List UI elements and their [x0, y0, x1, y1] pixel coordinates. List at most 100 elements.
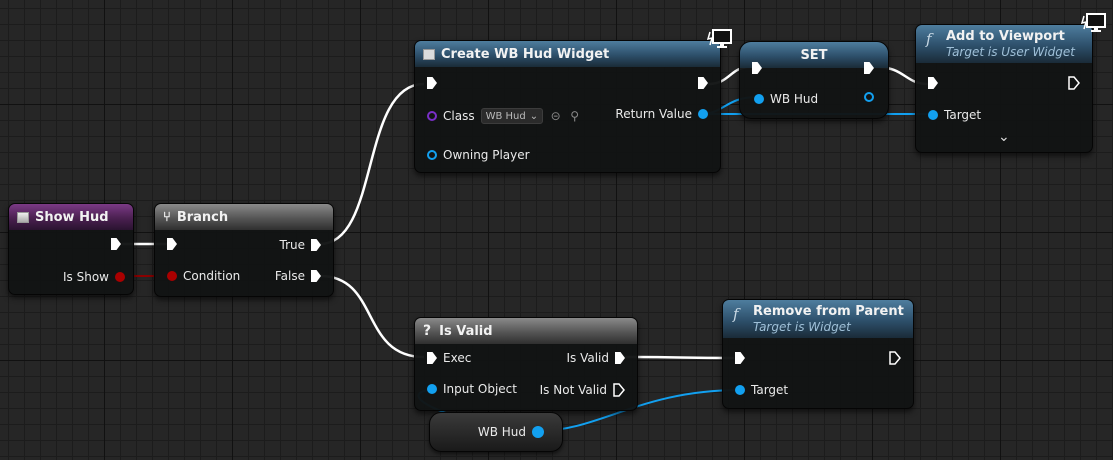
- event-exec-out[interactable]: [111, 238, 121, 250]
- input-object-label: Input Object: [443, 382, 517, 396]
- search-icon[interactable]: ⚲: [568, 109, 581, 123]
- class-pin[interactable]: Class WB Hud ⌄ ⊝ ⚲: [427, 108, 581, 124]
- branch-true-pin[interactable]: True: [280, 238, 321, 252]
- remove-parent-title: Remove from Parent: [753, 304, 904, 319]
- exec-in-icon: [427, 352, 437, 364]
- branch-false-pin[interactable]: False: [275, 269, 321, 283]
- exec-in-icon: [735, 352, 745, 364]
- set-title: SET: [800, 47, 828, 63]
- is-valid-node[interactable]: ? Is Valid Exec Is Valid Input Object Is…: [414, 317, 638, 411]
- object-pin-icon: [735, 385, 745, 395]
- is-valid-header[interactable]: ? Is Valid: [415, 318, 637, 344]
- owning-player-label: Owning Player: [443, 148, 530, 162]
- exec-label: Exec: [443, 351, 472, 365]
- owning-player-pin[interactable]: Owning Player: [427, 148, 530, 162]
- is-valid-exec-in[interactable]: Exec: [427, 351, 471, 365]
- exec-out-icon: [864, 62, 874, 74]
- object-pin-icon: [864, 92, 874, 102]
- monitor-icon: [707, 29, 732, 48]
- is-show-label: Is Show: [63, 270, 109, 284]
- wb-hud-getter-node[interactable]: WB Hud: [429, 412, 563, 452]
- create-widget-title: Create WB Hud Widget: [441, 46, 610, 62]
- set-node[interactable]: SET WB Hud: [739, 41, 889, 119]
- remove-parent-subtitle: Target is Widget: [753, 320, 851, 334]
- set-exec-out[interactable]: [864, 62, 874, 74]
- exec-out-empty-icon: [613, 383, 625, 397]
- is-valid-title: Is Valid: [439, 323, 493, 339]
- is-not-valid-pin[interactable]: Is Not Valid: [540, 383, 625, 397]
- exec-out-icon: [615, 352, 625, 364]
- widget-icon: [423, 48, 435, 60]
- create-widget-header[interactable]: Create WB Hud Widget: [415, 41, 720, 67]
- exec-in-icon: [167, 238, 177, 250]
- monitor-icon: [1081, 13, 1106, 32]
- set-wb-hud-pin[interactable]: WB Hud: [754, 92, 818, 106]
- condition-label: Condition: [183, 269, 241, 283]
- viewport-exec-in[interactable]: [928, 77, 938, 89]
- input-object-pin[interactable]: Input Object: [427, 382, 517, 396]
- object-pin-icon: [754, 94, 764, 104]
- show-hud-event-node[interactable]: Show Hud Is Show: [8, 203, 134, 295]
- exec-wire-isvalid-remove: [621, 355, 735, 360]
- remove-target-label: Target: [751, 383, 789, 397]
- create-widget-node[interactable]: Create WB Hud Widget Class WB Hud ⌄ ⊝ ⚲ …: [414, 40, 721, 173]
- exec-out-icon: [698, 77, 708, 89]
- create-exec-out[interactable]: [698, 77, 708, 89]
- false-label: False: [274, 269, 305, 283]
- browse-back-icon[interactable]: ⊝: [549, 109, 562, 123]
- function-icon: f: [926, 30, 932, 48]
- question-icon: ?: [423, 323, 432, 339]
- branch-icon: ⑂: [163, 209, 171, 225]
- branch-title: Branch: [176, 209, 229, 225]
- exec-out-icon: [111, 238, 121, 250]
- exec-out-icon: [311, 239, 321, 251]
- add-viewport-header[interactable]: f Add to Viewport Target is User Widget: [916, 25, 1092, 63]
- bool-pin-icon: [167, 271, 177, 281]
- set-var-label: WB Hud: [770, 92, 819, 106]
- remove-from-parent-node[interactable]: f Remove from Parent Target is Widget Ta…: [722, 299, 914, 409]
- object-pin-icon: [928, 110, 938, 120]
- remove-parent-header[interactable]: f Remove from Parent Target is Widget: [723, 300, 913, 338]
- remove-exec-out[interactable]: [889, 351, 901, 365]
- exec-out-empty-icon: [1068, 76, 1080, 90]
- is-show-pin[interactable]: Is Show: [63, 270, 125, 284]
- branch-node[interactable]: ⑂ Branch True Condition False: [154, 203, 334, 297]
- expand-chevron-icon[interactable]: ⌄: [998, 129, 1010, 145]
- class-pin-icon: [427, 111, 437, 121]
- class-dropdown-value: WB Hud: [485, 110, 526, 122]
- show-hud-header[interactable]: Show Hud: [9, 204, 133, 230]
- add-to-viewport-node[interactable]: f Add to Viewport Target is User Widget …: [915, 24, 1093, 153]
- object-pin-icon: [427, 384, 437, 394]
- create-exec-in[interactable]: [427, 77, 437, 89]
- set-exec-in[interactable]: [752, 62, 762, 74]
- class-dropdown[interactable]: WB Hud ⌄: [480, 108, 544, 124]
- set-output-pin[interactable]: [864, 92, 874, 102]
- object-pin-icon: [427, 150, 437, 160]
- return-value-pin[interactable]: Return Value: [615, 107, 708, 121]
- remove-exec-in[interactable]: [735, 352, 745, 364]
- is-not-valid-label: Is Not Valid: [539, 383, 607, 397]
- viewport-exec-out[interactable]: [1068, 76, 1080, 90]
- is-valid-label: Is Valid: [566, 351, 609, 365]
- exec-out-empty-icon: [889, 351, 901, 365]
- exec-out-icon: [311, 270, 321, 282]
- remove-target-pin[interactable]: Target: [735, 383, 788, 397]
- branch-header[interactable]: ⑂ Branch: [155, 204, 333, 230]
- exec-wire-false-isvalid: [319, 274, 425, 359]
- exec-wire-true-create: [319, 82, 425, 246]
- object-pin-icon: [532, 426, 544, 438]
- exec-in-icon: [427, 77, 437, 89]
- branch-exec-in[interactable]: [167, 238, 177, 250]
- add-viewport-subtitle: Target is User Widget: [946, 45, 1075, 59]
- exec-in-icon: [752, 62, 762, 74]
- viewport-target-pin[interactable]: Target: [928, 108, 981, 122]
- show-hud-title: Show Hud: [35, 209, 109, 225]
- add-viewport-title: Add to Viewport: [946, 29, 1065, 44]
- branch-condition-pin[interactable]: Condition: [167, 269, 240, 283]
- is-valid-out-pin[interactable]: Is Valid: [566, 351, 625, 365]
- event-icon: [17, 211, 29, 223]
- function-icon: f: [733, 305, 739, 323]
- return-value-label: Return Value: [615, 107, 692, 121]
- wb-hud-getter-pin[interactable]: WB Hud: [478, 425, 544, 439]
- wb-hud-getter-label: WB Hud: [477, 425, 526, 439]
